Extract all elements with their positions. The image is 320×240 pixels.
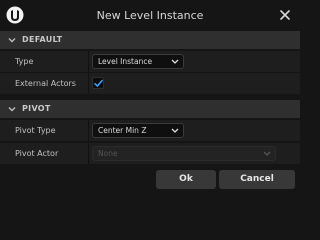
chevron-down-icon (8, 107, 16, 112)
pivot-actor-label: Pivot Actor (15, 149, 59, 158)
section-header-label: DEFAULT (22, 35, 63, 44)
title-bar[interactable]: New Level Instance (0, 0, 300, 31)
chevron-down-icon (263, 151, 271, 156)
type-dropdown-value: Level Instance (98, 57, 153, 66)
type-row: Type Level Instance (0, 51, 300, 72)
type-dropdown[interactable]: Level Instance (92, 54, 184, 69)
checkmark-icon (94, 79, 103, 88)
cancel-button[interactable]: Cancel (219, 170, 295, 189)
external-actors-checkbox[interactable] (92, 77, 104, 89)
chevron-down-icon (171, 128, 179, 133)
pivot-type-dropdown-value: Center Min Z (98, 126, 147, 135)
external-actors-row: External Actors (0, 73, 300, 94)
column-divider (88, 51, 89, 72)
close-icon (280, 10, 290, 20)
chevron-down-icon (8, 38, 16, 43)
type-label: Type (15, 57, 34, 66)
new-level-instance-dialog: New Level Instance DEFAULT Type Level In… (0, 0, 300, 207)
column-divider (88, 73, 89, 94)
pivot-actor-dropdown-value: None (98, 149, 118, 158)
pivot-type-label: Pivot Type (15, 126, 56, 135)
pivot-type-row: Pivot Type Center Min Z (0, 120, 300, 141)
pivot-actor-row: Pivot Actor None (0, 143, 300, 164)
ok-button[interactable]: Ok (156, 170, 216, 189)
section-header-default[interactable]: DEFAULT (0, 31, 300, 49)
pivot-actor-dropdown: None (92, 146, 276, 161)
external-actors-label: External Actors (15, 79, 76, 88)
chevron-down-icon (171, 59, 179, 64)
dialog-title: New Level Instance (96, 9, 204, 22)
section-header-pivot[interactable]: PIVOT (0, 100, 300, 118)
section-header-label: PIVOT (22, 104, 51, 113)
close-button[interactable] (276, 6, 294, 24)
column-divider (88, 143, 89, 164)
pivot-type-dropdown[interactable]: Center Min Z (92, 123, 184, 138)
column-divider (88, 120, 89, 141)
